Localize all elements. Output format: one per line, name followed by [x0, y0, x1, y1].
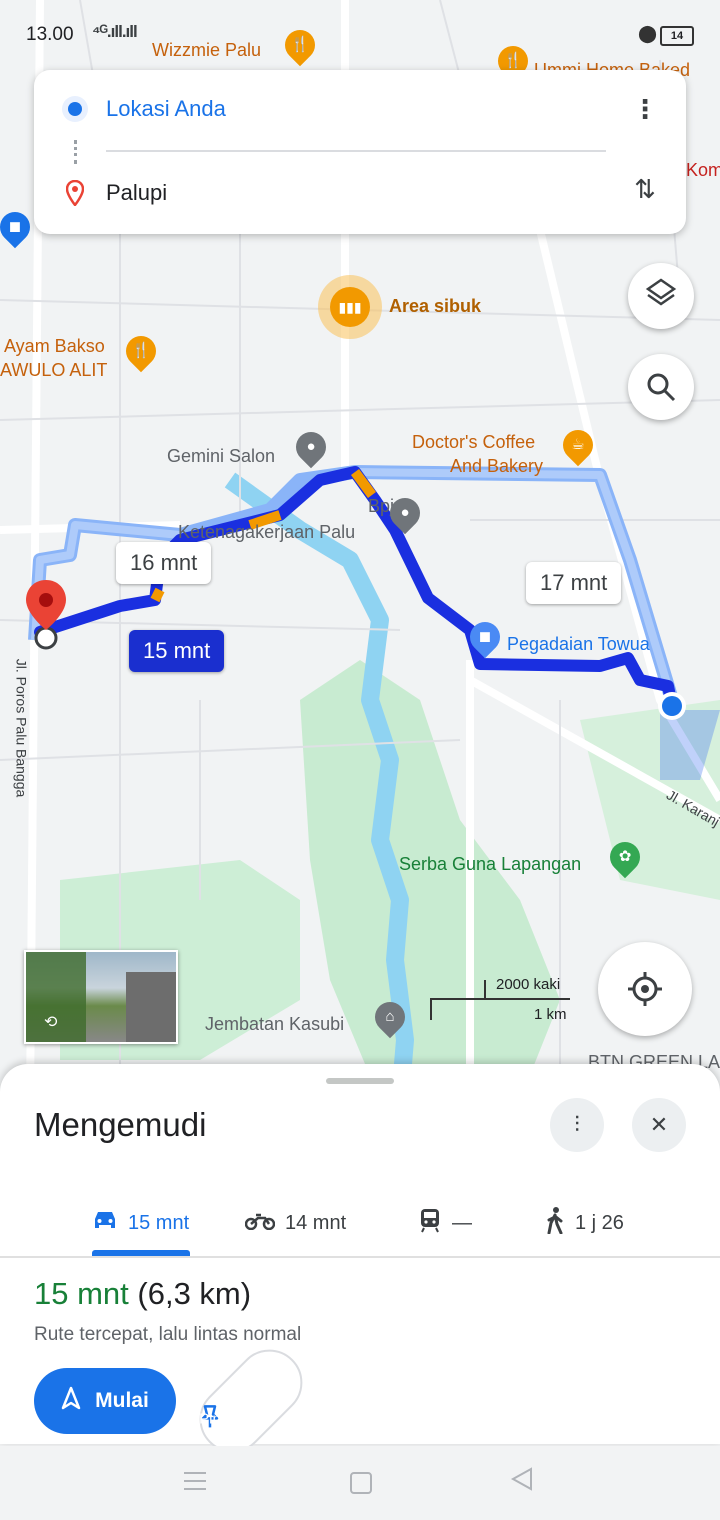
- scale-km: 1 km: [534, 1006, 567, 1023]
- route-summary: 15 mnt (6,3 km): [34, 1276, 251, 1312]
- more-options-button[interactable]: ⋮: [632, 94, 658, 124]
- tune-icon: ⫶: [574, 1112, 580, 1137]
- tabs-divider: [0, 1256, 720, 1258]
- close-button[interactable]: ✕: [632, 1098, 686, 1152]
- destination-marker-icon: [65, 179, 85, 208]
- back-icon[interactable]: [510, 1466, 534, 1497]
- route-dots-icon: [74, 140, 80, 164]
- poi-jembatan[interactable]: Jembatan Kasubi: [205, 1014, 344, 1035]
- location-status-icon: ⬤: [638, 24, 658, 43]
- status-bar: 13.00 ⁴ᴳ.ıll.ıll ⬤ 14: [0, 0, 720, 70]
- menu-icon[interactable]: [184, 1472, 206, 1490]
- route-options-button[interactable]: ⫶: [550, 1098, 604, 1152]
- car-icon: [92, 1209, 118, 1237]
- origin-field[interactable]: Lokasi Anda: [106, 96, 226, 122]
- poi-gemini[interactable]: Gemini Salon: [167, 446, 275, 467]
- street-label-poros: Jl. Poros Palu Bangga: [13, 658, 30, 798]
- status-time: 13.00: [26, 24, 74, 45]
- close-icon: ✕: [649, 1112, 669, 1137]
- street-view-thumbnail[interactable]: ⟲: [24, 950, 178, 1044]
- layers-button[interactable]: [628, 263, 694, 329]
- destination-pin-icon: [24, 578, 68, 632]
- tab-motorcycle-label: 14 mnt: [285, 1211, 347, 1234]
- location-pin-icon[interactable]: ●: [289, 425, 333, 469]
- poi-komp: Komp: [686, 160, 720, 180]
- scale-feet: 2000 kaki: [496, 976, 561, 993]
- swap-route-button[interactable]: ⇅: [628, 174, 662, 210]
- motorcycle-icon: [244, 1210, 276, 1236]
- tab-motorcycle[interactable]: 14 mnt: [244, 1190, 347, 1256]
- travel-mode-tabs: 15 mnt 14 mnt — 1 j 26: [0, 1190, 720, 1256]
- pin-label: Pin: [199, 1410, 221, 1428]
- park-icon[interactable]: ✿: [603, 835, 647, 879]
- tab-transit[interactable]: —: [418, 1190, 472, 1256]
- route-description: Rute tercepat, lalu lintas normal: [34, 1324, 302, 1345]
- navigation-arrow-icon: [61, 1386, 81, 1416]
- tab-driving[interactable]: 15 mnt: [92, 1190, 189, 1256]
- main-route-time-label[interactable]: 15 mnt: [129, 630, 225, 672]
- poi-ayam-bakso[interactable]: Ayam Bakso: [4, 336, 105, 357]
- poi-doctors-coffee[interactable]: Doctor's Coffee: [412, 432, 535, 453]
- signal-icon: ⁴ᴳ.ıll.ıll: [92, 22, 138, 41]
- home-icon[interactable]: [350, 1472, 372, 1494]
- tab-transit-label: —: [452, 1211, 472, 1234]
- my-location-button[interactable]: [598, 942, 692, 1036]
- destination-field[interactable]: Palupi: [106, 180, 167, 206]
- tab-walking[interactable]: 1 j 26: [545, 1190, 624, 1256]
- poi-awulo[interactable]: AWULO ALIT: [0, 360, 107, 381]
- poi-bpjs-palu[interactable]: Ketenagakerjaan Palu: [178, 522, 355, 543]
- field-divider: [106, 150, 606, 152]
- poi-area-sibuk[interactable]: Area sibuk: [389, 296, 481, 317]
- route-distance: (6,3 km): [137, 1276, 252, 1311]
- origin-dot-icon: [68, 102, 82, 116]
- route-card: Lokasi Anda Palupi ⋮ ⇅: [34, 70, 686, 234]
- start-navigation-button[interactable]: Mulai: [34, 1368, 176, 1434]
- transit-icon: [418, 1207, 442, 1239]
- poi-pegadaian[interactable]: Pegadaian Towua: [507, 634, 650, 655]
- location-pin-icon[interactable]: ●: [383, 491, 427, 535]
- walk-icon: [545, 1206, 565, 1240]
- poi-doctors-bakery[interactable]: And Bakery: [450, 456, 543, 477]
- rotate-360-icon: ⟲: [44, 1014, 58, 1031]
- map-scale: 2000 kaki 1 km: [430, 976, 580, 1026]
- start-label: Mulai: [95, 1389, 149, 1412]
- sheet-title: Mengemudi: [34, 1106, 207, 1143]
- search-button[interactable]: [628, 354, 694, 420]
- restaurant-icon[interactable]: 🍴: [119, 329, 163, 373]
- poi-serba-guna[interactable]: Serba Guna Lapangan: [399, 854, 581, 875]
- busy-area-icon: ▮▮▮: [338, 299, 362, 315]
- system-nav-bar: [0, 1446, 720, 1520]
- bridge-icon[interactable]: ⌂: [368, 995, 412, 1039]
- shopping-bag-icon[interactable]: ◼: [463, 615, 507, 659]
- drag-handle[interactable]: [326, 1078, 394, 1084]
- tab-driving-label: 15 mnt: [128, 1211, 190, 1234]
- coffee-icon[interactable]: ☕: [556, 423, 600, 467]
- battery-icon: 14: [660, 26, 694, 46]
- alt-route-time-label-2[interactable]: 17 mnt: [526, 562, 622, 604]
- alt-route-time-label[interactable]: 16 mnt: [116, 542, 212, 584]
- directions-sheet: Mengemudi ⫶ ✕ 15 mnt 14 mnt — 1 j 26 15 …: [0, 1064, 720, 1467]
- tab-walking-label: 1 j 26: [575, 1211, 624, 1234]
- route-duration: 15 mnt: [34, 1276, 129, 1311]
